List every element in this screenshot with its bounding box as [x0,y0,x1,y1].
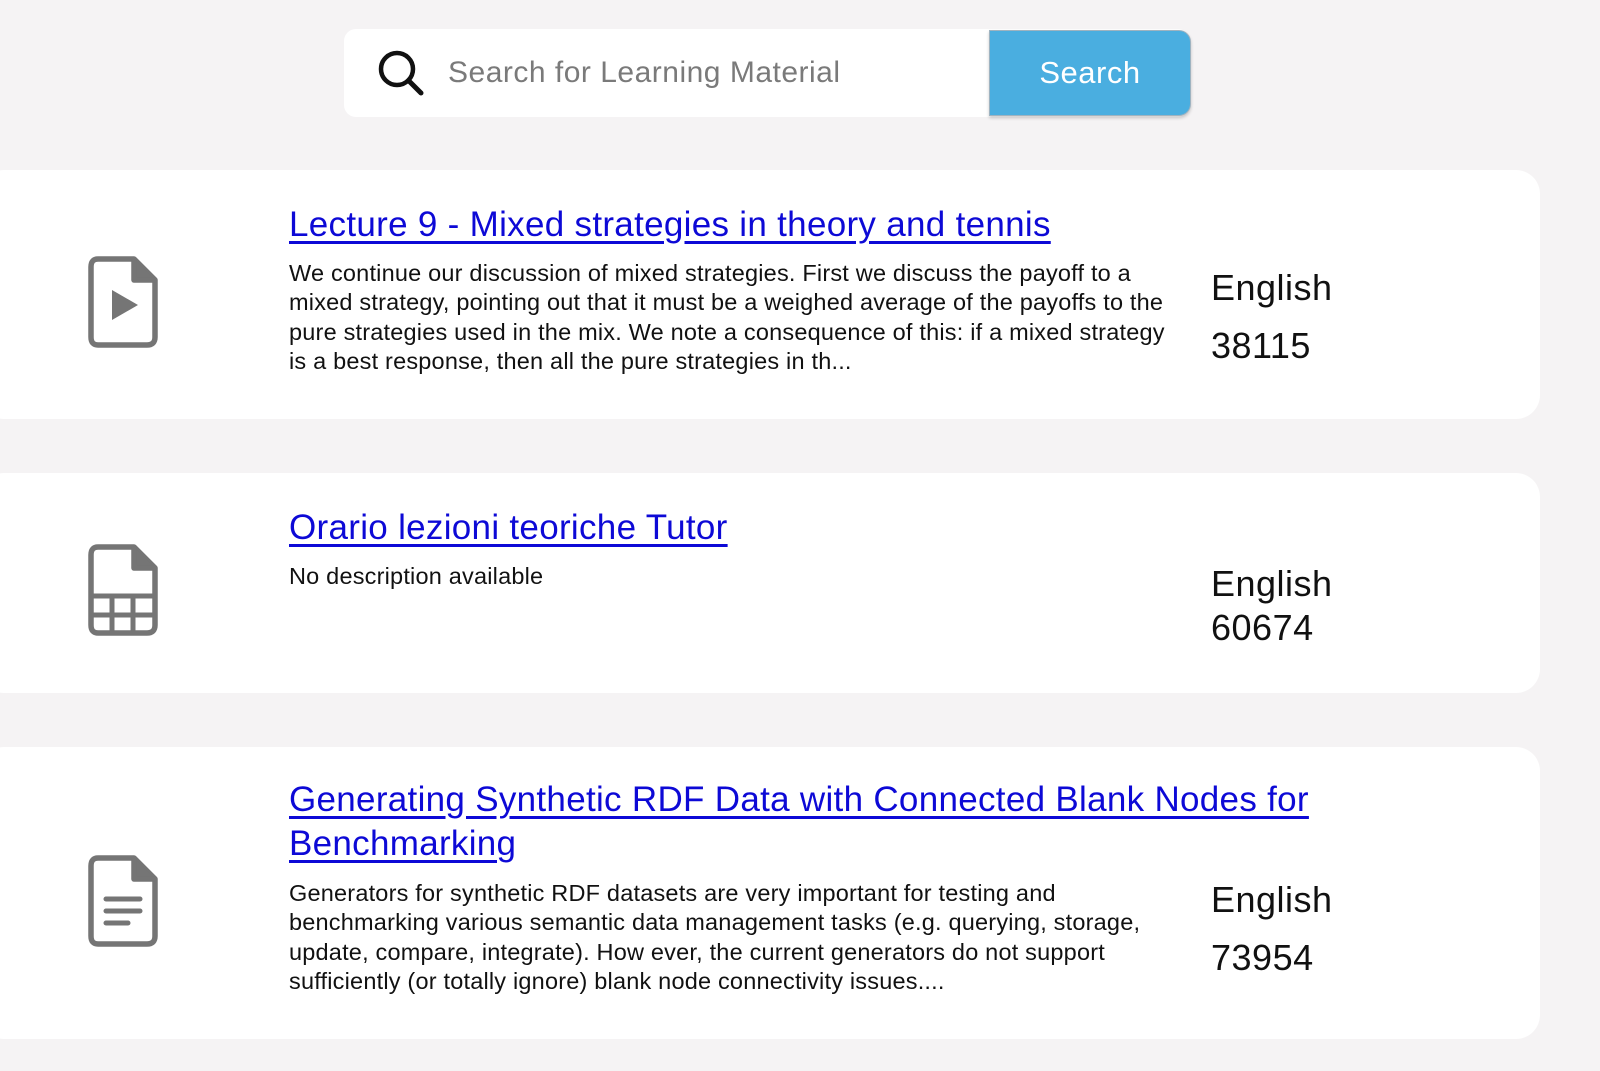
result-description: Generators for synthetic RDF datasets ar… [289,880,1141,994]
spreadsheet-file-icon [88,544,158,636]
result-id: 38115 [1211,325,1311,366]
result-id: 73954 [1211,937,1314,978]
result-id: 60674 [1211,607,1314,648]
search-button[interactable]: Search [989,30,1191,116]
search-input[interactable] [426,42,989,104]
result-language: English [1211,879,1333,920]
result-description: No description available [289,563,544,589]
result-card: Lecture 9 - Mixed strategies in theory a… [0,170,1540,419]
result-meta: English 73954 [1211,871,1333,987]
result-language: English [1211,267,1333,308]
result-title-link[interactable]: Generating Synthetic RDF Data with Conne… [289,778,1499,866]
result-meta: English 60674 [1211,562,1333,650]
video-file-icon [88,256,158,348]
search-bar: Search [344,29,1191,117]
result-card: Orario lezioni teoriche Tutor No descrip… [0,473,1540,693]
result-title-link[interactable]: Lecture 9 - Mixed strategies in theory a… [289,203,1051,247]
search-icon [376,48,426,98]
result-language: English [1211,563,1333,604]
result-meta: English 38115 [1211,259,1333,375]
text-document-icon [88,855,158,947]
result-title-link[interactable]: Orario lezioni teoriche Tutor [289,506,728,550]
result-card: Generating Synthetic RDF Data with Conne… [0,747,1540,1039]
result-description: We continue our discussion of mixed stra… [289,260,1165,374]
